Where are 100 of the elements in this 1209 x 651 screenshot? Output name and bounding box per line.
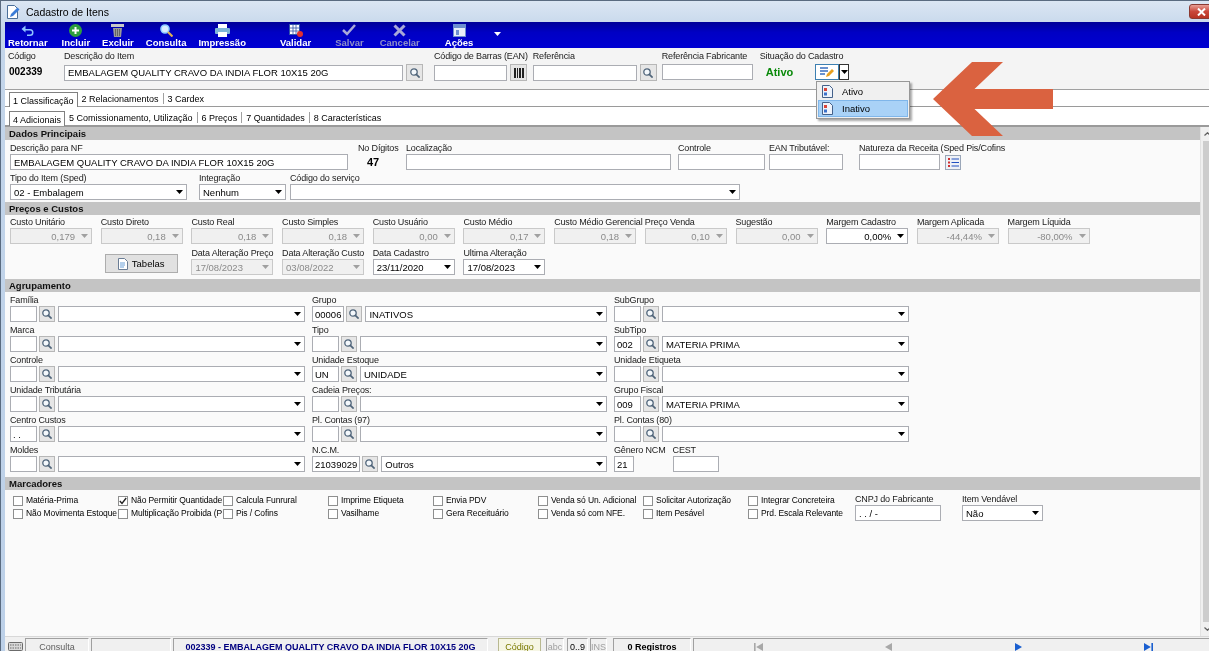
dropdown[interactable] <box>58 366 305 382</box>
text-field[interactable]: 21 <box>614 456 634 472</box>
dropdown[interactable]: Nenhum <box>199 184 286 200</box>
dropdown[interactable]: Não <box>962 505 1043 521</box>
checkbox[interactable] <box>13 495 23 506</box>
dropdown[interactable]: MATERIA PRIMA <box>662 396 909 412</box>
checkbox[interactable] <box>748 508 758 519</box>
text-field[interactable]: EMBALAGEM QUALITY CRAVO DA INDIA FLOR 10X15 20G <box>64 64 403 81</box>
dropdown[interactable]: 0,00% <box>826 228 909 244</box>
dropdown[interactable] <box>58 336 305 352</box>
text-field[interactable] <box>614 306 641 322</box>
dropdown[interactable] <box>58 306 305 322</box>
caret-down-icon[interactable] <box>494 32 502 36</box>
text-field[interactable] <box>614 426 641 442</box>
search-button[interactable] <box>341 426 357 442</box>
dropdown[interactable]: INATIVOS <box>365 306 607 322</box>
search-button[interactable] <box>362 456 379 472</box>
toolbar-button[interactable]: Ações <box>444 22 474 48</box>
text-field[interactable]: EMBALAGEM QUALITY CRAVO DA INDIA FLOR 10X15 20G <box>10 154 348 170</box>
text-field[interactable]: . . / - <box>855 505 941 521</box>
list-button[interactable] <box>945 154 961 170</box>
menu-item[interactable]: Ativo <box>818 83 908 100</box>
search-button[interactable] <box>406 64 423 81</box>
dropdown[interactable] <box>360 426 607 442</box>
search-button[interactable] <box>39 336 55 352</box>
text-field[interactable]: 00006 <box>312 306 345 322</box>
close-button[interactable] <box>1189 4 1209 19</box>
checkbox[interactable] <box>328 508 338 519</box>
next-icon[interactable] <box>1014 642 1022 651</box>
text-field[interactable]: 009 <box>614 396 641 412</box>
search-button[interactable] <box>39 366 55 382</box>
tab[interactable]: 5 Comissionamento, Utilização <box>65 111 197 124</box>
checkbox[interactable] <box>538 495 548 506</box>
text-field[interactable] <box>614 366 641 382</box>
checkbox[interactable] <box>433 508 443 519</box>
text-field[interactable] <box>661 64 753 80</box>
checkbox[interactable] <box>748 495 758 506</box>
toolbar-button[interactable]: Excluir <box>102 22 134 48</box>
text-field[interactable] <box>312 336 339 352</box>
tab[interactable]: 8 Características <box>309 111 386 124</box>
text-field[interactable] <box>10 336 37 352</box>
checkbox[interactable] <box>223 495 233 506</box>
text-field[interactable] <box>406 154 671 170</box>
skip-to-end-icon[interactable] <box>1143 642 1153 651</box>
text-field[interactable]: 002 <box>614 336 641 352</box>
dropdown[interactable] <box>58 396 305 412</box>
dropdown[interactable] <box>662 306 909 322</box>
checkbox[interactable] <box>118 508 128 519</box>
text-field[interactable] <box>10 396 37 412</box>
dropdown[interactable] <box>290 184 740 200</box>
text-field[interactable] <box>10 306 37 322</box>
search-button[interactable] <box>643 426 659 442</box>
text-field[interactable]: . . <box>10 426 37 442</box>
tab[interactable]: 6 Preços <box>197 111 242 124</box>
search-button[interactable] <box>643 396 659 412</box>
text-field[interactable] <box>769 154 843 170</box>
text-field[interactable]: 21039029 <box>312 456 361 472</box>
text-field[interactable] <box>434 64 507 81</box>
text-field[interactable] <box>312 396 339 412</box>
search-button[interactable] <box>346 306 363 322</box>
checkbox[interactable] <box>328 495 338 506</box>
checkbox[interactable] <box>13 508 23 519</box>
text-field[interactable] <box>10 456 37 472</box>
tab[interactable]: 4 Adicionais <box>9 111 66 126</box>
tables-button[interactable]: Tabelas <box>104 254 178 273</box>
text-field[interactable] <box>10 366 37 382</box>
dropdown[interactable]: MATERIA PRIMA <box>662 336 909 352</box>
menu-item[interactable]: Inativo <box>818 100 908 117</box>
dropdown[interactable]: 23/11/2020 <box>372 259 455 275</box>
checkbox[interactable] <box>643 508 653 519</box>
dropdown[interactable]: 17/08/2023 <box>463 259 546 275</box>
barcode-button[interactable] <box>510 64 527 81</box>
dropdown[interactable]: Outros <box>381 456 607 472</box>
tab[interactable]: 7 Quantidades <box>242 111 309 124</box>
dropdown[interactable] <box>662 426 909 442</box>
checkbox[interactable] <box>433 495 443 506</box>
search-button[interactable] <box>643 366 659 382</box>
dropdown[interactable] <box>58 426 305 442</box>
toolbar-button[interactable]: Impressão <box>198 22 246 48</box>
toolbar-button[interactable]: Incluir <box>61 22 91 48</box>
toolbar-button[interactable]: Consulta <box>145 22 187 48</box>
text-field[interactable] <box>312 426 339 442</box>
checkbox[interactable] <box>118 495 128 506</box>
dropdown[interactable]: 02 - Embalagem <box>10 184 187 200</box>
text-field[interactable]: UN <box>312 366 339 382</box>
search-button[interactable] <box>643 336 659 352</box>
search-button[interactable] <box>39 396 55 412</box>
search-button[interactable] <box>643 306 659 322</box>
search-button[interactable] <box>39 306 55 322</box>
text-field[interactable] <box>678 154 765 170</box>
search-button[interactable] <box>341 366 357 382</box>
toolbar-button[interactable]: Validar <box>279 22 312 48</box>
dropdown[interactable] <box>58 456 305 472</box>
status-dropdown-button[interactable] <box>815 64 850 80</box>
checkbox[interactable] <box>643 495 653 506</box>
search-button[interactable] <box>39 456 55 472</box>
dropdown[interactable]: UNIDADE <box>360 366 607 382</box>
dropdown[interactable] <box>360 396 607 412</box>
toolbar-button[interactable]: Retornar <box>8 22 48 48</box>
checkbox[interactable] <box>538 508 548 519</box>
